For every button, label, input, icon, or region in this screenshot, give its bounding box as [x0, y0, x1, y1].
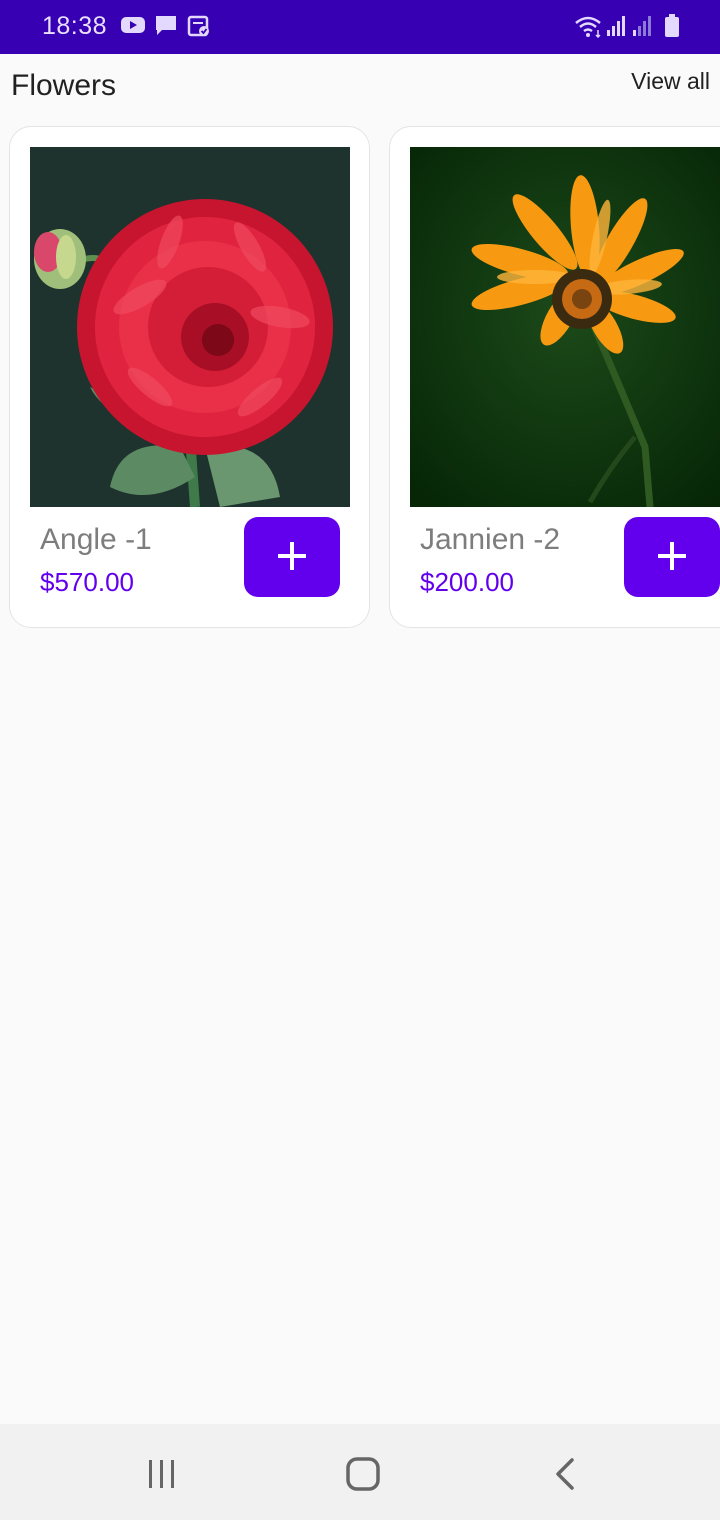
status-time: 18:38	[42, 12, 108, 40]
status-bar: 18:38	[0, 0, 720, 54]
navigation-bar	[0, 1424, 720, 1520]
product-list[interactable]: Angle -1 $570.00 Jannien -2 $200.00	[0, 126, 720, 630]
product-price: $570.00	[40, 567, 134, 597]
product-name: Jannien -2	[420, 523, 561, 556]
red-dahlia-image	[30, 147, 350, 507]
add-to-cart-button[interactable]	[624, 517, 720, 597]
message-icon	[154, 14, 178, 43]
signal-weak-icon	[632, 14, 654, 43]
plus-icon	[656, 540, 688, 575]
product-card[interactable]: Jannien -2 $200.00	[389, 126, 720, 628]
signal-icon	[606, 14, 628, 43]
product-price: $200.00	[420, 567, 514, 597]
back-icon[interactable]	[535, 1454, 595, 1494]
plus-icon	[276, 540, 308, 575]
calendar-check-icon	[187, 14, 211, 43]
orange-daisy-image	[410, 147, 720, 507]
product-card[interactable]: Angle -1 $570.00	[9, 126, 370, 628]
product-name: Angle -1	[40, 523, 152, 556]
section-title: Flowers	[11, 69, 117, 102]
recent-apps-icon[interactable]	[132, 1454, 192, 1494]
view-all-link[interactable]: View all	[631, 68, 710, 95]
battery-icon	[664, 14, 680, 43]
add-to-cart-button[interactable]	[244, 517, 340, 597]
youtube-icon	[120, 14, 146, 41]
home-icon[interactable]	[333, 1454, 393, 1494]
wifi-icon	[574, 14, 604, 43]
